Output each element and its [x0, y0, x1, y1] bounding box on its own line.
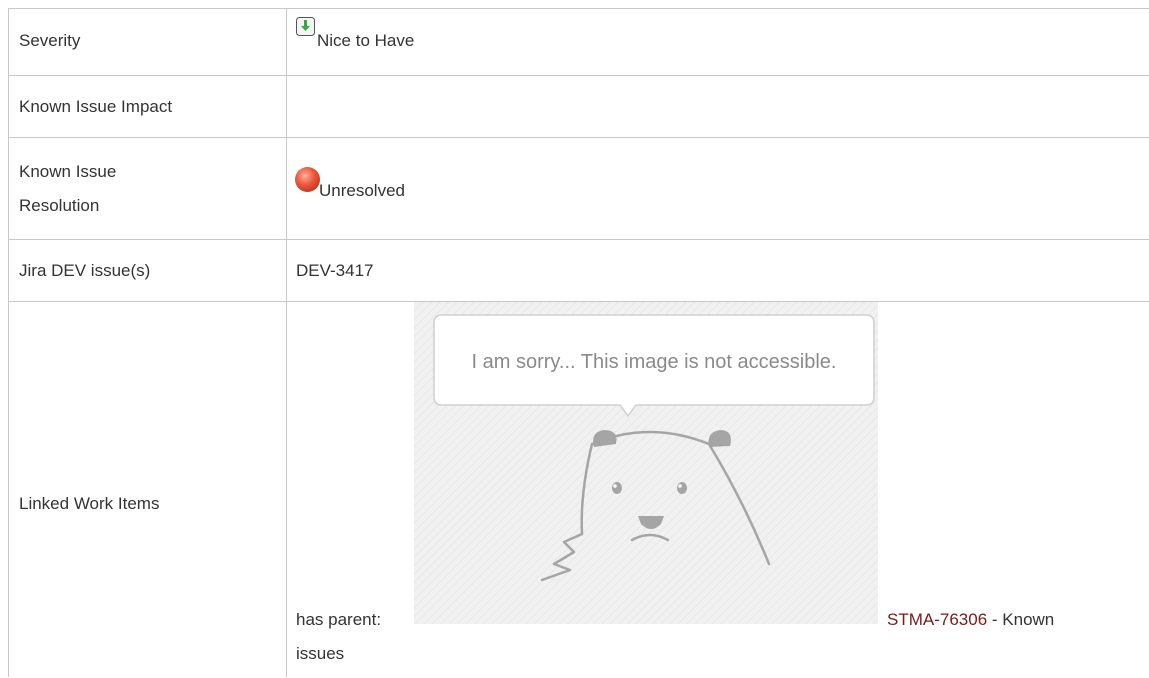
has-parent-prefix: has parent: — [296, 610, 382, 629]
jira-dev-value: DEV-3417 — [296, 261, 374, 280]
severity-label: Severity — [19, 31, 81, 50]
linked-work-items-row: Linked Work Items has parent: I am sorry… — [9, 302, 1149, 678]
resolution-label-line1: Known Issue — [19, 162, 117, 181]
impact-row: Known Issue Impact — [9, 76, 1149, 138]
resolution-value: Unresolved — [319, 181, 405, 200]
jira-dev-label: Jira DEV issue(s) — [19, 261, 151, 280]
severity-nice-to-have-icon — [296, 17, 315, 36]
severity-row: Severity Nice to Have — [9, 9, 1149, 76]
impact-label: Known Issue Impact — [19, 97, 173, 116]
parent-issue-link[interactable]: STMA-76306 — [887, 610, 987, 629]
placeholder-message: I am sorry... This image is not accessib… — [472, 351, 837, 373]
parent-link-line2: issues — [296, 644, 345, 663]
resolution-label-line2: Resolution — [19, 196, 100, 215]
linked-work-items-label: Linked Work Items — [19, 494, 160, 513]
unresolved-status-icon — [295, 167, 320, 192]
parent-link-suffix: - Known — [987, 610, 1055, 629]
severity-value: Nice to Have — [317, 31, 415, 50]
jira-dev-row: Jira DEV issue(s) DEV-3417 — [9, 240, 1149, 302]
known-issue-table: Severity Nice to Have Known Issue Impact… — [8, 8, 1149, 677]
image-not-accessible-placeholder: I am sorry... This image is not accessib… — [414, 302, 878, 624]
parent-link-line1: STMA-76306 - Known — [887, 604, 1054, 636]
resolution-row: Known Issue Resolution Unresolved — [9, 138, 1149, 240]
